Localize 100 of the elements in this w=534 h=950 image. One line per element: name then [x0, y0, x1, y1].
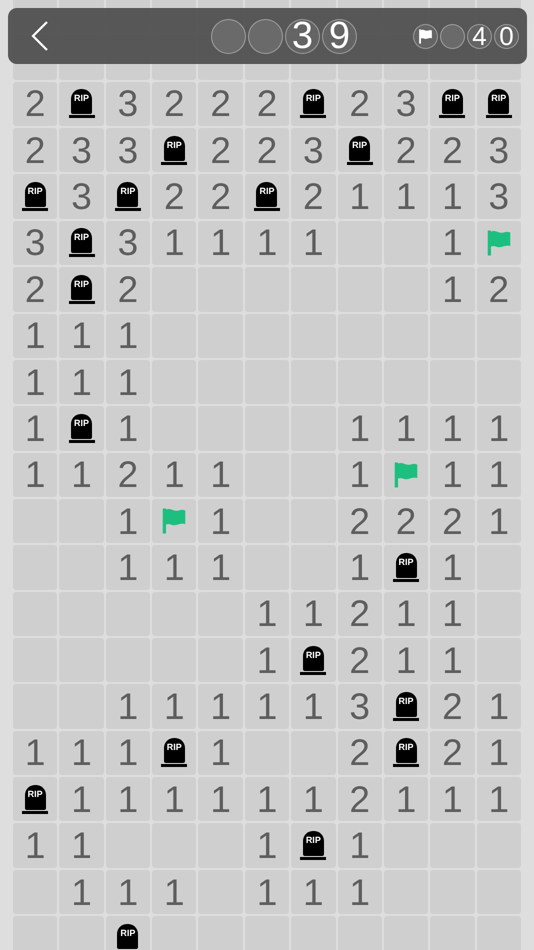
number-cell[interactable]: 2 — [13, 128, 58, 172]
number-cell[interactable]: 1 — [244, 592, 290, 636]
number-cell[interactable]: 1 — [13, 314, 58, 358]
number-cell[interactable]: 1 — [430, 220, 475, 266]
number-cell[interactable]: 1 — [430, 174, 475, 219]
number-cell[interactable]: 1 — [384, 638, 428, 682]
number-cell[interactable]: 1 — [291, 870, 336, 914]
number-cell[interactable]: 1 — [338, 870, 382, 914]
number-cell[interactable]: 2 — [338, 592, 382, 636]
number-cell[interactable]: 1 — [198, 545, 243, 590]
tombstone-cell[interactable]: RIP — [59, 406, 104, 451]
number-cell[interactable]: 1 — [152, 777, 196, 822]
number-cell[interactable]: 1 — [384, 777, 428, 822]
number-cell[interactable]: 1 — [59, 823, 104, 868]
number-cell[interactable]: 1 — [476, 452, 521, 497]
number-cell[interactable]: 1 — [384, 592, 428, 636]
number-cell[interactable]: 2 — [430, 128, 475, 172]
number-cell[interactable]: 1 — [198, 452, 243, 497]
number-cell[interactable]: 1 — [13, 452, 58, 497]
flagged-cell[interactable] — [476, 220, 521, 266]
number-cell[interactable]: 1 — [430, 452, 475, 497]
number-cell[interactable]: 1 — [291, 777, 336, 822]
number-cell[interactable]: 1 — [152, 684, 196, 729]
tombstone-cell[interactable]: RIP — [384, 545, 428, 590]
number-cell[interactable]: 1 — [59, 314, 104, 358]
number-cell[interactable]: 1 — [59, 360, 104, 404]
back-button[interactable] — [30, 20, 50, 52]
number-cell[interactable]: 1 — [244, 638, 290, 682]
number-cell[interactable]: 1 — [152, 545, 196, 590]
number-cell[interactable]: 1 — [106, 360, 150, 404]
number-cell[interactable]: 1 — [291, 592, 336, 636]
tombstone-cell[interactable]: RIP — [13, 174, 58, 219]
number-cell[interactable]: 2 — [430, 498, 475, 544]
tombstone-cell[interactable]: RIP — [291, 82, 336, 126]
number-cell[interactable]: 2 — [338, 777, 382, 822]
flagged-cell[interactable] — [384, 452, 428, 497]
number-cell[interactable]: 1 — [338, 545, 382, 590]
number-cell[interactable]: 1 — [106, 314, 150, 358]
number-cell[interactable]: 1 — [244, 684, 290, 729]
number-cell[interactable]: 2 — [476, 267, 521, 312]
number-cell[interactable]: 1 — [430, 592, 475, 636]
number-cell[interactable]: 3 — [106, 128, 150, 172]
number-cell[interactable]: 1 — [291, 220, 336, 266]
number-cell[interactable]: 1 — [59, 870, 104, 914]
tombstone-cell[interactable]: RIP — [430, 82, 475, 126]
tombstone-cell[interactable]: RIP — [59, 267, 104, 312]
number-cell[interactable]: 1 — [476, 777, 521, 822]
number-cell[interactable]: 1 — [152, 452, 196, 497]
number-cell[interactable]: 2 — [384, 498, 428, 544]
number-cell[interactable]: 3 — [338, 684, 382, 729]
number-cell[interactable]: 1 — [198, 684, 243, 729]
number-cell[interactable]: 1 — [59, 452, 104, 497]
number-cell[interactable]: 2 — [198, 82, 243, 126]
tombstone-cell[interactable]: RIP — [152, 730, 196, 776]
number-cell[interactable]: 3 — [476, 174, 521, 219]
number-cell[interactable]: 2 — [198, 174, 243, 219]
number-cell[interactable]: 3 — [106, 220, 150, 266]
number-cell[interactable]: 1 — [430, 777, 475, 822]
number-cell[interactable]: 1 — [476, 406, 521, 451]
number-cell[interactable]: 1 — [152, 220, 196, 266]
number-cell[interactable]: 2 — [198, 128, 243, 172]
number-cell[interactable]: 2 — [384, 128, 428, 172]
number-cell[interactable]: 3 — [476, 128, 521, 172]
tombstone-cell[interactable]: RIP — [338, 128, 382, 172]
number-cell[interactable]: 1 — [476, 730, 521, 776]
number-cell[interactable]: 1 — [106, 545, 150, 590]
number-cell[interactable]: 1 — [244, 870, 290, 914]
number-cell[interactable]: 1 — [13, 360, 58, 404]
tombstone-cell[interactable]: RIP — [291, 823, 336, 868]
number-cell[interactable]: 2 — [106, 267, 150, 312]
tombstone-cell[interactable]: RIP — [244, 174, 290, 219]
tombstone-cell[interactable]: RIP — [59, 220, 104, 266]
number-cell[interactable]: 3 — [59, 128, 104, 172]
number-cell[interactable]: 2 — [152, 82, 196, 126]
number-cell[interactable]: 1 — [291, 684, 336, 729]
number-cell[interactable]: 2 — [291, 174, 336, 219]
number-cell[interactable]: 3 — [106, 82, 150, 126]
number-cell[interactable]: 2 — [338, 498, 382, 544]
tombstone-cell[interactable]: RIP — [476, 82, 521, 126]
number-cell[interactable]: 1 — [430, 267, 475, 312]
number-cell[interactable]: 2 — [13, 267, 58, 312]
number-cell[interactable]: 1 — [106, 777, 150, 822]
number-cell[interactable]: 1 — [338, 452, 382, 497]
number-cell[interactable]: 2 — [338, 730, 382, 776]
number-cell[interactable]: 1 — [476, 684, 521, 729]
number-cell[interactable]: 1 — [244, 220, 290, 266]
tombstone-cell[interactable]: RIP — [291, 638, 336, 682]
tombstone-cell[interactable]: RIP — [384, 684, 428, 729]
number-cell[interactable]: 2 — [244, 128, 290, 172]
number-cell[interactable]: 1 — [430, 406, 475, 451]
number-cell[interactable]: 1 — [338, 823, 382, 868]
number-cell[interactable]: 2 — [106, 452, 150, 497]
number-cell[interactable]: 1 — [13, 823, 58, 868]
number-cell[interactable]: 1 — [59, 730, 104, 776]
tombstone-cell[interactable]: RIP — [59, 82, 104, 126]
number-cell[interactable]: 2 — [430, 730, 475, 776]
number-cell[interactable]: 1 — [106, 730, 150, 776]
number-cell[interactable]: 2 — [13, 82, 58, 126]
number-cell[interactable]: 1 — [106, 684, 150, 729]
number-cell[interactable]: 2 — [152, 174, 196, 219]
